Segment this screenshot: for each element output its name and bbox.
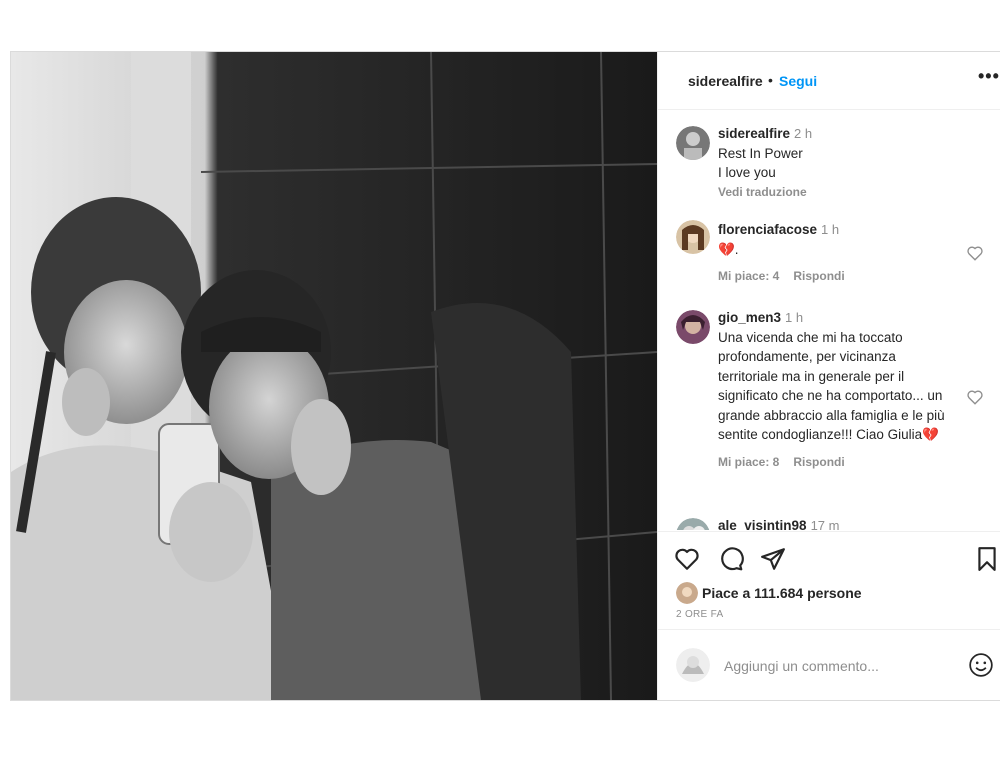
follow-button[interactable]: Segui — [779, 73, 817, 89]
current-user-avatar — [676, 648, 710, 682]
comment-username[interactable]: ale_visintin98 — [718, 518, 807, 530]
comment-username[interactable]: florenciafacose — [718, 222, 817, 237]
heart-outline-icon[interactable] — [966, 388, 984, 406]
post-timestamp: 2 ORE FA — [676, 609, 724, 620]
smiley-icon[interactable] — [968, 652, 994, 678]
post-photo[interactable] — [11, 52, 657, 700]
comment-time: 2 h — [794, 126, 813, 141]
avatar[interactable] — [676, 126, 710, 160]
comments-list[interactable]: siderealfire 2 h Rest In Power I love you… — [658, 110, 1000, 530]
comment-input[interactable] — [722, 654, 956, 678]
comment-bubble-icon[interactable] — [718, 546, 744, 572]
paper-plane-icon[interactable] — [760, 546, 786, 572]
likes-count[interactable]: Piace a 111.684 persone — [702, 585, 862, 601]
more-options-icon[interactable]: ••• — [978, 66, 1000, 87]
caption-line: Rest In Power — [718, 145, 803, 161]
heart-icon[interactable] — [674, 546, 700, 572]
heart-outline-icon[interactable] — [966, 244, 984, 262]
liker-avatar — [676, 582, 698, 604]
avatar[interactable] — [676, 518, 710, 530]
caption-line: I love you — [718, 165, 776, 180]
post-actions: Piace a 111.684 persone 2 ORE FA — [658, 531, 1000, 701]
comment-time: 17 m — [810, 518, 840, 530]
reply-button[interactable]: Rispondi — [793, 269, 844, 283]
avatar[interactable] — [676, 310, 710, 344]
add-comment-bar — [658, 629, 1000, 702]
see-translation-link[interactable]: Vedi traduzione — [718, 183, 958, 203]
post-side-panel: siderealfire • Segui ••• siderealfire 2 h… — [657, 52, 1000, 700]
comment-likes-count[interactable]: Mi piace: 4 — [718, 269, 779, 283]
author-username[interactable]: siderealfire — [688, 73, 763, 89]
comment-time: 1 h — [821, 222, 840, 237]
comment-username[interactable]: siderealfire — [718, 126, 790, 141]
instagram-post: siderealfire • Segui ••• siderealfire 2 h… — [10, 51, 1000, 701]
comment-likes-count[interactable]: Mi piace: 8 — [718, 455, 779, 469]
comment-text: Una vicenda che mi ha toccato profondame… — [718, 329, 945, 443]
comment-time: 1 h — [785, 310, 804, 325]
comment-text: 💔. — [718, 241, 739, 257]
reply-button[interactable]: Rispondi — [793, 455, 844, 469]
comment-username[interactable]: gio_men3 — [718, 310, 781, 325]
separator-dot: • — [768, 72, 773, 88]
avatar[interactable] — [676, 220, 710, 254]
post-photo-image — [11, 52, 657, 700]
bookmark-icon[interactable] — [974, 546, 1000, 572]
post-header: siderealfire • Segui ••• — [658, 52, 1000, 110]
